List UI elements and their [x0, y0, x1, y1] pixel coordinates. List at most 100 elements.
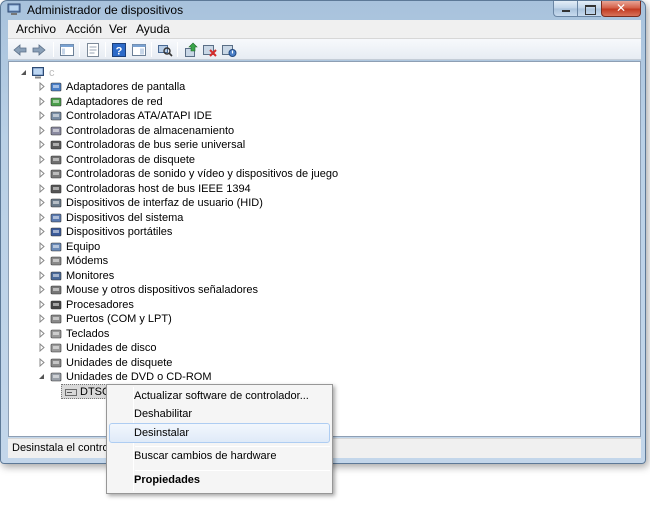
- menu-bar: Archivo Acción Ver Ayuda: [8, 20, 641, 39]
- expand-arrow-icon[interactable]: [38, 184, 46, 193]
- root-label: c: [49, 67, 55, 79]
- tree-category[interactable]: Dispositivos portátiles: [37, 225, 357, 239]
- tree-category[interactable]: Controladoras de sonido y vídeo y dispos…: [37, 167, 357, 181]
- tree-category[interactable]: Dispositivos del sistema: [37, 211, 357, 225]
- expand-arrow-icon[interactable]: [38, 126, 46, 135]
- tree-category-label: Controladoras de bus serie universal: [66, 139, 246, 151]
- disable-icon[interactable]: [221, 42, 237, 58]
- expand-arrow-icon[interactable]: [38, 300, 46, 309]
- maximize-button[interactable]: [577, 1, 601, 17]
- minimize-button[interactable]: [553, 1, 577, 17]
- dvd-drive-icon: [50, 372, 62, 382]
- forward-arrow-icon[interactable]: [31, 42, 47, 58]
- mouse-icon: [50, 285, 62, 295]
- ctx-uninstall[interactable]: Desinstalar: [109, 423, 330, 443]
- properties-icon[interactable]: [85, 42, 101, 58]
- tree-category[interactable]: Procesadores: [37, 298, 357, 312]
- tree-category[interactable]: Módems: [37, 254, 357, 268]
- tree-category-label: Monitores: [66, 270, 115, 282]
- svg-text:?: ?: [116, 46, 123, 58]
- ctx-properties[interactable]: Propiedades: [109, 471, 330, 491]
- tree-category-label: Mouse y otros dispositivos señaladores: [66, 284, 258, 296]
- tree-category[interactable]: Unidades de DVD o CD-ROM: [37, 370, 357, 384]
- tree-category[interactable]: Adaptadores de red: [37, 95, 357, 109]
- tree-category[interactable]: Dispositivos de interfaz de usuario (HID…: [37, 196, 357, 210]
- tree-category[interactable]: Controladoras de disquete: [37, 153, 357, 167]
- expand-arrow-icon[interactable]: [38, 82, 46, 91]
- tree-root[interactable]: c: [19, 66, 79, 80]
- expand-arrow-icon[interactable]: [38, 227, 46, 236]
- port-icon: [50, 314, 62, 324]
- collapse-arrow-icon[interactable]: [38, 372, 46, 381]
- tree-category-label: Unidades de DVD o CD-ROM: [66, 371, 212, 383]
- tree-category[interactable]: Adaptadores de pantalla: [37, 80, 357, 94]
- tree-category[interactable]: Controladoras ATA/ATAPI IDE: [37, 109, 357, 123]
- device-tree-panel[interactable]: c Adaptadores de pantalla Adaptadores de …: [8, 61, 641, 437]
- expand-arrow-icon[interactable]: [38, 155, 46, 164]
- ide-controller-icon: [50, 111, 62, 121]
- ctx-scan-hardware[interactable]: Buscar cambios de hardware: [109, 447, 330, 467]
- tree-category[interactable]: Mouse y otros dispositivos señaladores: [37, 283, 357, 297]
- tree-category-label: Dispositivos portátiles: [66, 226, 173, 238]
- expand-arrow-icon[interactable]: [38, 169, 46, 178]
- tree-category-label: Controladoras de disquete: [66, 154, 196, 166]
- tree-category[interactable]: Controladoras de almacenamiento: [37, 124, 357, 138]
- menu-accion[interactable]: Acción: [62, 22, 106, 36]
- tree-category[interactable]: Teclados: [37, 327, 357, 341]
- expand-arrow-icon[interactable]: [38, 343, 46, 352]
- system-device-icon: [50, 213, 62, 223]
- tree-category-label: Unidades de disco: [66, 342, 157, 354]
- close-button[interactable]: ✕: [601, 1, 641, 17]
- tree-category[interactable]: Unidades de disco: [37, 341, 357, 355]
- display-adapter-icon: [50, 82, 62, 92]
- window-icon[interactable]: [131, 42, 147, 58]
- expand-arrow-icon[interactable]: [38, 358, 46, 367]
- show-hide-tree-icon[interactable]: [59, 42, 75, 58]
- expand-arrow-icon[interactable]: [38, 271, 46, 280]
- tree-category-label: Controladoras ATA/ATAPI IDE: [66, 110, 212, 122]
- tree-category-label: Controladoras host de bus IEEE 1394: [66, 183, 251, 195]
- tree-category-label: Dispositivos de interfaz de usuario (HID…: [66, 197, 263, 209]
- tree-category[interactable]: Controladoras de bus serie universal: [37, 138, 357, 152]
- scan-hardware-icon[interactable]: [157, 42, 173, 58]
- expand-arrow-icon[interactable]: [38, 256, 46, 265]
- ctx-disable[interactable]: Deshabilitar: [109, 405, 330, 425]
- menu-ayuda[interactable]: Ayuda: [132, 22, 174, 36]
- monitor-icon: [50, 271, 62, 281]
- expand-arrow-icon[interactable]: [38, 140, 46, 149]
- tree-category[interactable]: Unidades de disquete: [37, 356, 357, 370]
- tree-category[interactable]: Monitores: [37, 269, 357, 283]
- title-bar[interactable]: Administrador de dispositivos ✕: [1, 1, 645, 19]
- menu-archivo[interactable]: Archivo: [12, 22, 60, 36]
- storage-controller-icon: [50, 126, 62, 136]
- uninstall-icon[interactable]: [202, 42, 218, 58]
- expand-arrow-icon[interactable]: [38, 285, 46, 294]
- help-icon[interactable]: ?: [111, 42, 127, 58]
- disk-drive-icon: [50, 343, 62, 353]
- tree-category-label: Teclados: [66, 328, 110, 340]
- tree-category-label: Dispositivos del sistema: [66, 212, 184, 224]
- ctx-update-driver[interactable]: Actualizar software de controlador...: [109, 387, 330, 407]
- window-title: Administrador de dispositivos: [27, 3, 184, 17]
- toolbar: ?: [8, 39, 641, 60]
- expand-arrow-icon[interactable]: [38, 213, 46, 222]
- tree-category[interactable]: Controladoras host de bus IEEE 1394: [37, 182, 357, 196]
- tree-category-label: Unidades de disquete: [66, 357, 173, 369]
- expand-arrow-icon[interactable]: [38, 198, 46, 207]
- tree-category-label: Controladoras de sonido y vídeo y dispos…: [66, 168, 339, 180]
- back-arrow-icon[interactable]: [12, 42, 28, 58]
- expand-arrow-icon[interactable]: [38, 111, 46, 120]
- tree-category-label: Procesadores: [66, 299, 134, 311]
- collapse-arrow-icon[interactable]: [20, 68, 28, 77]
- expand-arrow-icon[interactable]: [38, 97, 46, 106]
- expand-arrow-icon[interactable]: [38, 314, 46, 323]
- update-driver-icon[interactable]: [183, 42, 199, 58]
- expand-arrow-icon[interactable]: [38, 242, 46, 251]
- tree-category[interactable]: Equipo: [37, 240, 357, 254]
- expand-arrow-icon[interactable]: [38, 329, 46, 338]
- tree-category[interactable]: Puertos (COM y LPT): [37, 312, 357, 326]
- tree-category-label: Equipo: [66, 241, 101, 253]
- ieee1394-icon: [50, 184, 62, 194]
- menu-ver[interactable]: Ver: [105, 22, 131, 36]
- processor-icon: [50, 300, 62, 310]
